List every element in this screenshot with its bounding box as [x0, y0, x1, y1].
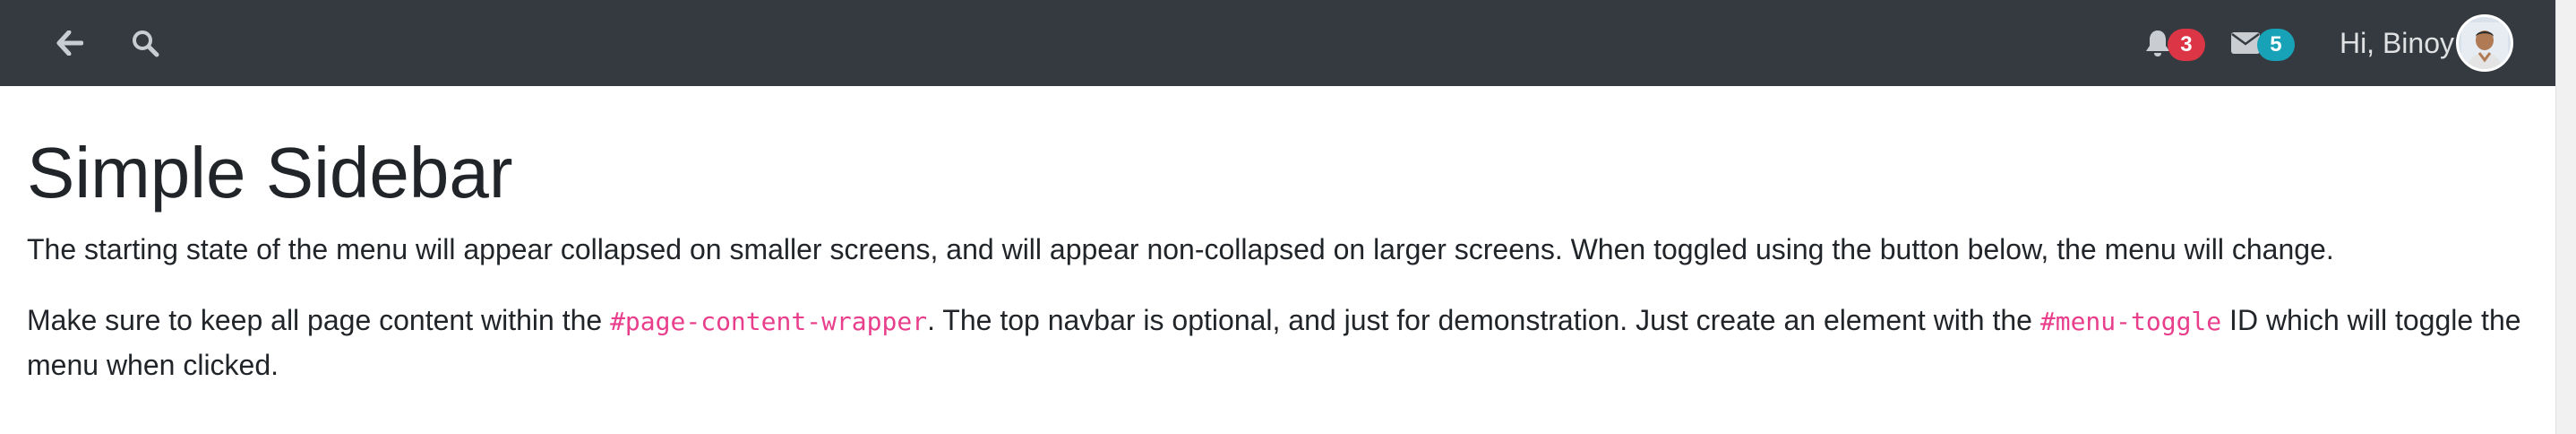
notifications-button[interactable]: 3 [2144, 25, 2205, 61]
page: 3 5 Hi, Binoy Simple Sidebar The startin… [0, 0, 2576, 434]
messages-button[interactable]: 5 [2230, 25, 2295, 61]
intro-paragraph: The starting state of the menu will appe… [27, 233, 2334, 265]
page-title: Simple Sidebar [27, 133, 513, 213]
arrow-left-icon [56, 30, 83, 56]
page-content-wrapper-code: #page-content-wrapper [610, 307, 928, 336]
messages-count-badge: 5 [2256, 29, 2295, 61]
user-avatar-icon [2461, 22, 2508, 69]
instructions-text-part2: . The top navbar is optional, and just f… [927, 304, 2040, 336]
instructions-paragraph: Make sure to keep all page content withi… [27, 299, 2535, 387]
menu-toggle-code: #menu-toggle [2039, 307, 2222, 336]
envelope-icon [2230, 32, 2260, 54]
user-menu[interactable]: Hi, Binoy [2340, 14, 2513, 72]
avatar [2456, 14, 2513, 72]
instructions-text-part1: Make sure to keep all page content withi… [27, 304, 611, 336]
navbar-left [50, 23, 165, 63]
page-content-wrapper: Simple Sidebar The starting state of the… [27, 86, 2535, 387]
vertical-scrollbar[interactable] [2555, 0, 2576, 434]
search-icon [133, 30, 159, 57]
notifications-count-badge: 3 [2167, 29, 2205, 61]
back-button[interactable] [50, 23, 90, 63]
top-navbar: 3 5 Hi, Binoy [0, 0, 2556, 86]
user-greeting: Hi, Binoy [2339, 26, 2454, 59]
search-button[interactable] [125, 23, 165, 63]
navbar-right: 3 5 Hi, Binoy [2144, 14, 2513, 72]
